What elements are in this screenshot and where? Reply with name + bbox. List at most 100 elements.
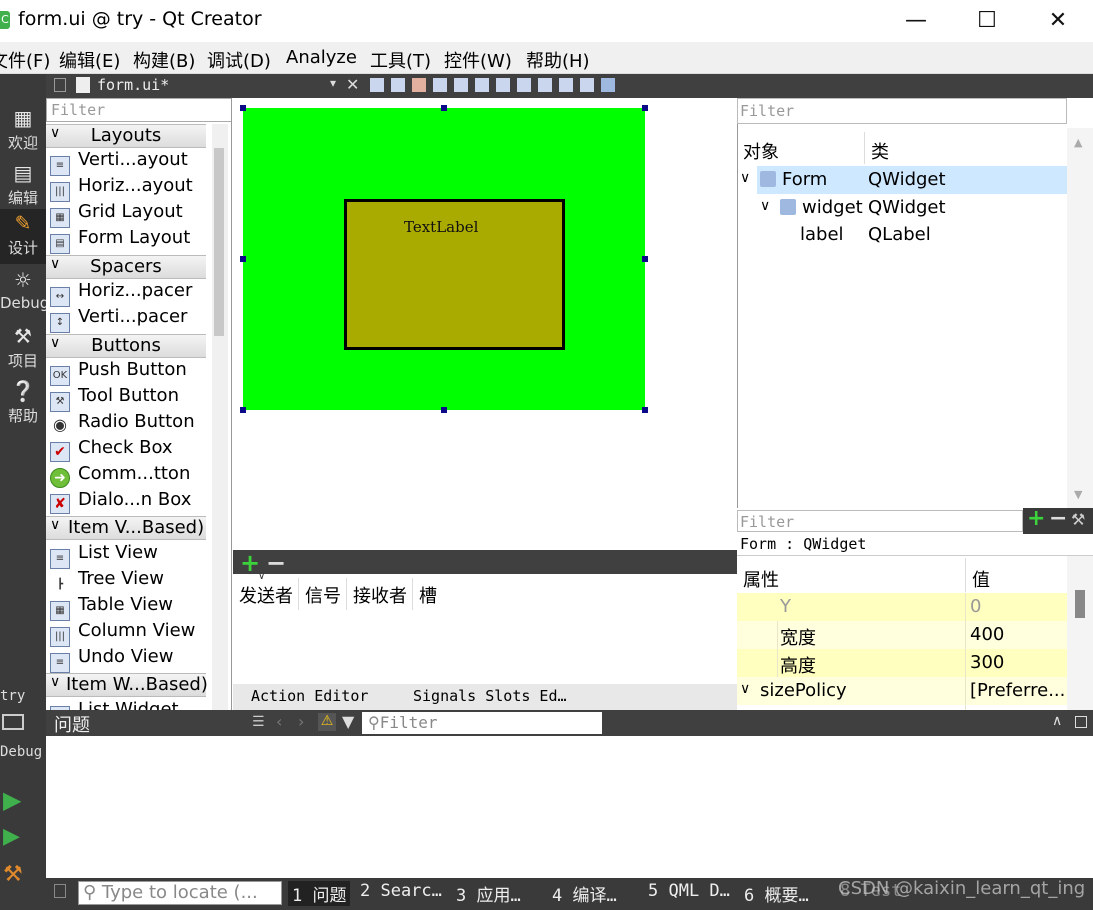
chevron-down-icon[interactable]: ∨ <box>740 170 750 186</box>
menu-widgets[interactable]: 控件(W) <box>444 47 512 73</box>
widget-tree-view[interactable]: ┣ Tree View <box>50 568 164 594</box>
widgetbox-scroll-thumb[interactable] <box>214 148 224 336</box>
wrench-icon[interactable]: ⚒ <box>1071 510 1085 529</box>
text-label[interactable]: TextLabel <box>404 218 478 236</box>
widget-list-view[interactable]: ≡ List View <box>50 542 158 569</box>
tab-action-editor[interactable]: Action Editor <box>251 687 368 705</box>
build-hammer-icon[interactable]: ⚒ <box>3 862 23 887</box>
widget-grid-layout[interactable]: ▦ Grid Layout <box>50 201 183 228</box>
splitter-horizontal-icon[interactable] <box>496 78 510 92</box>
object-widget[interactable]: widget <box>802 197 863 218</box>
property-editor-scrollbar[interactable] <box>1067 556 1093 710</box>
property-height-value[interactable]: 300 <box>970 652 1004 673</box>
object-filter-input[interactable]: Filter <box>737 98 1067 124</box>
kit-project[interactable]: try <box>0 688 46 704</box>
widget-radio-button[interactable]: ◉ Radio Button <box>50 411 195 437</box>
column-signal[interactable]: 信号 <box>305 582 341 608</box>
widget-check-box[interactable]: ✔ Check Box <box>50 437 173 463</box>
category-layouts[interactable]: ∨ Layouts <box>46 124 206 148</box>
widget-vertical-spacer[interactable]: ↕ Verti...pacer <box>50 306 187 333</box>
minimize-button[interactable]: — <box>889 0 943 40</box>
widget-table-view[interactable]: ▦ Table View <box>50 594 173 621</box>
resize-handle[interactable] <box>642 407 648 413</box>
filter-funnel-icon[interactable]: ▼ <box>342 712 354 731</box>
widget-undo-view[interactable]: ≡ Undo View <box>50 646 173 673</box>
category-item-widgets[interactable]: ∨ Item W...Based) <box>46 673 208 697</box>
header-value[interactable]: 值 <box>972 566 990 592</box>
scroll-down-icon[interactable]: ▼ <box>1074 488 1082 501</box>
category-buttons[interactable]: ∨ Buttons <box>46 334 206 358</box>
menu-build[interactable]: 构建(B) <box>133 47 195 73</box>
widget-vertical-layout[interactable]: ≡ Verti...ayout <box>50 149 188 176</box>
layout-grid-icon[interactable] <box>559 78 573 92</box>
property-scroll-thumb[interactable] <box>1075 590 1085 618</box>
open-file-tab[interactable]: form.ui* <box>97 76 169 94</box>
output-tab-qml-debug[interactable]: 5 QML D… <box>648 881 730 901</box>
resize-handle[interactable] <box>441 407 447 413</box>
property-y-value[interactable]: 0 <box>970 596 981 617</box>
edit-tab-order-icon[interactable] <box>433 78 447 92</box>
build-filter-icon[interactable]: ☰ <box>252 714 265 730</box>
mode-debug[interactable]: ☼ Debug <box>0 266 49 321</box>
widget-command-link-button[interactable]: ➜ Comm...tton <box>50 463 190 489</box>
mode-edit[interactable]: ▤ 编辑 <box>0 159 46 214</box>
widget-push-button[interactable]: OK Push Button <box>50 359 187 386</box>
chevron-up-icon[interactable]: ∧ <box>1052 713 1062 729</box>
break-layout-icon[interactable] <box>580 78 594 92</box>
add-property-icon[interactable]: + <box>1027 506 1045 531</box>
widget-dialog-button-box[interactable]: ✘ Dialo...n Box <box>50 489 191 515</box>
widget-horizontal-layout[interactable]: ||| Horiz...ayout <box>50 175 193 202</box>
object-label[interactable]: label <box>800 224 844 245</box>
widget-column-view[interactable]: ||| Column View <box>50 620 195 647</box>
splitter-vertical-icon[interactable] <box>517 78 531 92</box>
mode-welcome[interactable]: ▦ 欢迎 <box>0 104 46 159</box>
column-slot[interactable]: 槽 <box>419 582 437 608</box>
property-filter-input[interactable]: Filter <box>737 510 1023 532</box>
menu-tools[interactable]: 工具(T) <box>370 47 431 73</box>
resize-handle[interactable] <box>240 256 246 262</box>
object-form[interactable]: Form <box>782 169 827 190</box>
category-spacers[interactable]: ∨ Spacers <box>46 255 206 279</box>
resize-handle[interactable] <box>642 105 648 111</box>
remove-connection-icon[interactable]: − <box>266 549 286 577</box>
menu-file[interactable]: 文件(F) <box>0 47 50 73</box>
remove-property-icon[interactable]: − <box>1049 506 1067 531</box>
monitor-icon[interactable] <box>2 714 24 730</box>
object-inspector-scrollbar[interactable] <box>1067 128 1093 508</box>
resize-handle[interactable] <box>240 407 246 413</box>
edit-signals-icon[interactable] <box>391 78 405 92</box>
category-item-views[interactable]: ∨ Item V...Based) <box>46 516 206 540</box>
output-tab-app-output[interactable]: 3 应用… <box>456 881 521 906</box>
chevron-down-icon[interactable]: ∨ <box>740 681 750 697</box>
resize-handle[interactable] <box>240 105 246 111</box>
mode-help[interactable]: ❔ 帮助 <box>0 377 46 432</box>
output-tab-issues[interactable]: 1 问题 <box>288 881 351 906</box>
close-button[interactable]: ✕ <box>1031 0 1085 40</box>
menu-analyze[interactable]: Analyze <box>286 47 357 68</box>
column-receiver[interactable]: 接收者 <box>353 582 407 608</box>
mode-projects[interactable]: ⚒ 项目 <box>0 322 46 377</box>
debug-run-icon[interactable]: ▶ <box>3 824 20 849</box>
tab-signals-slots-editor[interactable]: Signals Slots Ed… <box>413 687 567 705</box>
mode-design[interactable]: ✎ 设计 <box>0 209 46 264</box>
layout-form-icon[interactable] <box>538 78 552 92</box>
chevron-down-icon[interactable]: ∨ <box>760 198 770 214</box>
output-tab-search[interactable]: 2 Searc… <box>360 881 442 901</box>
edit-buddies-icon[interactable] <box>412 78 426 92</box>
close-document-icon[interactable]: ✕ <box>346 75 359 94</box>
widget-form-layout[interactable]: ▤ Form Layout <box>50 227 190 254</box>
output-tab-compile[interactable]: 4 编译… <box>552 881 617 906</box>
output-tab-general[interactable]: 6 概要… <box>744 881 809 906</box>
next-item-icon[interactable]: › <box>298 712 304 731</box>
edit-widgets-icon[interactable] <box>370 78 384 92</box>
header-object[interactable]: 对象 <box>743 138 779 164</box>
widget-list-widget[interactable]: ≡List Widget <box>50 699 179 710</box>
adjust-size-icon[interactable] <box>601 78 615 92</box>
scroll-up-icon[interactable]: ▲ <box>1074 136 1082 149</box>
previous-item-icon[interactable]: ‹ <box>276 712 282 731</box>
column-sender[interactable]: 发送者 <box>239 582 293 608</box>
menu-edit[interactable]: 编辑(E) <box>59 47 120 73</box>
layout-vertical-icon[interactable] <box>475 78 489 92</box>
header-class[interactable]: 类 <box>871 138 889 164</box>
menu-debug[interactable]: 调试(D) <box>207 47 271 73</box>
